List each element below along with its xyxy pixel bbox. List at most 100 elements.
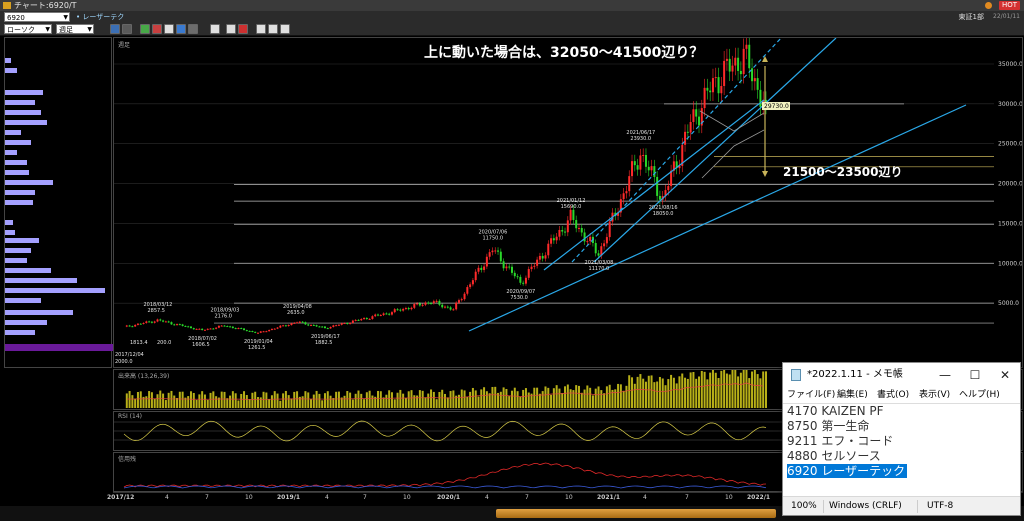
minimize-icon[interactable]: — [930, 363, 960, 387]
volume-bar [393, 399, 396, 408]
volume-bar [251, 392, 254, 408]
maximize-icon[interactable]: ☐ [960, 363, 990, 387]
compare-icon[interactable] [122, 24, 132, 34]
candle-body [254, 331, 257, 333]
volume-bar [349, 392, 352, 408]
price-tick-label: 35000.0 [998, 61, 1022, 68]
menu-view[interactable]: 表示(V) [919, 387, 950, 403]
time-tick-label: 4 [485, 494, 489, 501]
candle-body [326, 328, 329, 330]
stock-name-text: レーザーテク [82, 13, 125, 21]
volume-bar [656, 381, 659, 408]
volume-bar [731, 370, 734, 408]
volume-bar [162, 393, 165, 408]
volume-bar [388, 390, 391, 408]
volume-bar [639, 374, 642, 408]
candle-body [125, 325, 128, 327]
period-select[interactable]: 週足 ▼ [56, 24, 94, 34]
toolbar-top: 6920 ▼ • レーザーテク 東証1部 22/01/11 [0, 11, 1024, 23]
candle-body [689, 121, 692, 133]
text-line: 9211 エフ・コード [787, 434, 894, 448]
candle-body [234, 328, 237, 330]
close-chart-icon[interactable] [238, 24, 248, 34]
stock-code-select[interactable]: 6920 ▼ [4, 12, 70, 22]
volume-bar [474, 390, 477, 408]
print-icon[interactable] [210, 24, 220, 34]
time-tick-label: 7 [685, 494, 689, 501]
volume-bar [700, 370, 703, 408]
indicator-icon[interactable] [140, 24, 150, 34]
menu-file[interactable]: ファイル(F) [787, 387, 835, 403]
volume-bar [189, 391, 192, 408]
trend-line-upper-dashed [571, 38, 782, 263]
volume-bar [664, 385, 667, 408]
volume-bar [603, 393, 606, 408]
volume-bar [240, 393, 243, 408]
profile-bar [5, 220, 13, 225]
volume-bar [636, 376, 639, 408]
volume-bar [469, 391, 472, 408]
volume-bar [310, 399, 313, 408]
candle-body [446, 306, 449, 308]
volume-bar [128, 390, 131, 408]
volume-bar [201, 391, 204, 408]
volume-bar [346, 391, 349, 408]
volume-bar [541, 391, 544, 408]
candle-body [642, 154, 645, 156]
volume-bar [377, 390, 380, 408]
trend-line-steep [593, 38, 837, 263]
close-icon[interactable]: ✕ [990, 363, 1020, 387]
volume-bar [594, 388, 597, 408]
volume-bar [402, 393, 405, 408]
candle-body [748, 44, 751, 69]
price-chart-panel[interactable]: 週足 2018/03/12 2857.5 2018/09/03 2176.0 2019/… [113, 37, 1023, 368]
candle-body [136, 323, 139, 325]
line-ending: Windows (CRLF) [829, 501, 902, 511]
candle-body [430, 303, 433, 305]
signal-icon[interactable] [152, 24, 162, 34]
candle-body [639, 155, 642, 170]
candle-body [686, 131, 689, 133]
menu-edit[interactable]: 編集(E) [837, 387, 868, 403]
profile-bar [5, 330, 35, 335]
chart-icon[interactable] [110, 24, 120, 34]
volume-bar [617, 383, 620, 408]
peak-value-label: 11750.0 [482, 235, 503, 241]
notepad-window[interactable]: *2022.1.11 - メモ帳 — ☐ ✕ ファイル(F) 編集(E) 書式(… [782, 362, 1021, 516]
volume-bar [533, 387, 536, 408]
notepad-title-bar[interactable]: *2022.1.11 - メモ帳 — ☐ ✕ [783, 363, 1020, 387]
candle-body [444, 306, 446, 308]
candle-body [206, 328, 209, 330]
volume-bar [354, 393, 357, 408]
candle-body [452, 309, 455, 311]
candle-body [572, 209, 575, 220]
candle-body [438, 300, 441, 305]
info-icon[interactable] [256, 24, 266, 34]
hot-badge[interactable]: HOT [998, 1, 1020, 10]
candle-body [390, 312, 393, 315]
candle-body [407, 308, 410, 310]
refresh-icon[interactable] [280, 24, 290, 34]
volume-bar [667, 379, 670, 408]
candle-body [229, 326, 232, 328]
candle-body [435, 300, 438, 302]
stock-code-value: 6920 [7, 14, 25, 22]
volume-bar [658, 376, 661, 408]
candle-body [536, 259, 539, 266]
candle-body [558, 229, 561, 237]
chart-scrollbar-thumb[interactable] [496, 509, 776, 518]
chart-type-select[interactable]: ローソク ▼ [4, 24, 52, 34]
volume-bar [550, 394, 553, 408]
grid-icon[interactable] [164, 24, 174, 34]
menu-help[interactable]: ヘルプ(H) [959, 387, 1000, 403]
profile-bar [5, 230, 15, 235]
current-price-label: 29730.0 [764, 103, 789, 110]
line-tool-icon[interactable] [176, 24, 186, 34]
annotation-upside: 上に動いた場合は、32050～41500辺り？ [424, 45, 704, 61]
search-icon[interactable] [268, 24, 278, 34]
volume-bar [633, 383, 636, 408]
menu-format[interactable]: 書式(O) [877, 387, 909, 403]
zoom-in-icon[interactable] [226, 24, 236, 34]
notepad-text-area[interactable]: 4170 KAIZEN PF 8750 第一生命 9211 エフ・コード 488… [783, 403, 1020, 496]
settings-icon[interactable] [188, 24, 198, 34]
